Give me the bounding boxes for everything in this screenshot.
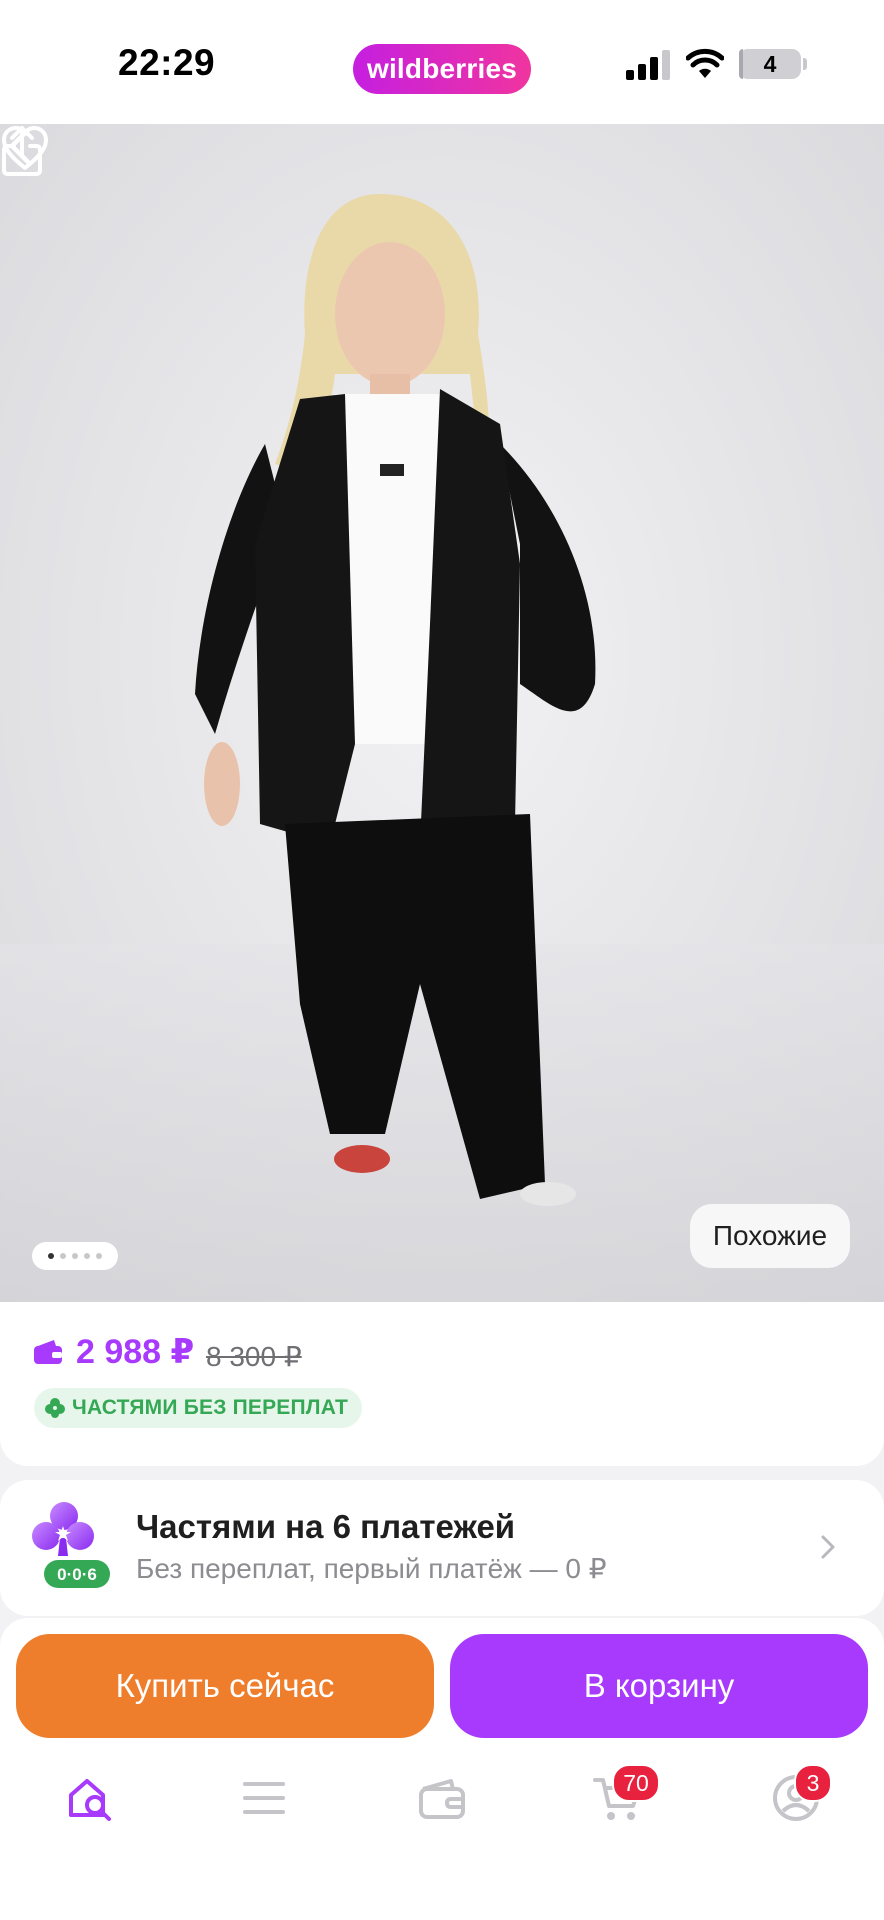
chevron-right-icon (821, 1535, 835, 1559)
clover-icon (45, 1398, 65, 1418)
gallery-dot (60, 1253, 66, 1259)
tab-home-search[interactable] (58, 1766, 122, 1830)
installment-clover-icon: 0·0·6 (32, 1502, 110, 1588)
installment-plan-card[interactable]: 0·0·6 Частями на 6 платежей Без переплат… (0, 1480, 884, 1616)
cellular-signal-icon (626, 50, 670, 80)
brand-logo: wildberries (353, 44, 531, 94)
home-search-icon (69, 1779, 111, 1821)
installment-badge-label: ЧАСТЯМИ БЕЗ ПЕРЕПЛАТ (72, 1396, 349, 1419)
battery-nub (803, 58, 807, 70)
tab-wallet[interactable] (410, 1766, 474, 1830)
gallery-pagination-dots (32, 1242, 118, 1270)
cart-count-badge: 70 (612, 1764, 660, 1802)
gallery-dot (48, 1253, 54, 1259)
old-price: 8 300 ₽ (206, 1341, 302, 1372)
profile-notification-badge: 3 (794, 1764, 832, 1802)
current-price: 2 988 ₽ (76, 1333, 195, 1371)
wallet-icon (34, 1340, 62, 1364)
add-to-cart-button[interactable]: В корзину (450, 1634, 868, 1738)
price-card: 2 988 ₽ 8 300 ₽ ЧАСТЯМИ БЕЗ ПЕРЕПЛАТ (0, 1302, 884, 1466)
battery-level-text: 4 (763, 50, 777, 77)
product-photo (0, 124, 884, 1304)
buy-now-button[interactable]: Купить сейчас (16, 1634, 434, 1738)
gallery-dot (72, 1253, 78, 1259)
share-button[interactable] (0, 124, 44, 178)
installment-plan-subtitle: Без переплат, первый платёж — 0 ₽ (136, 1553, 607, 1584)
bottom-action-bar: Купить сейчас В корзину 70 3 (0, 1618, 884, 1920)
tab-catalog[interactable] (232, 1766, 296, 1830)
gallery-dot (84, 1253, 90, 1259)
similar-products-button[interactable]: Похожие (690, 1204, 850, 1268)
status-time: 22:29 (118, 42, 216, 83)
installment-plan-title: Частями на 6 платежей (136, 1508, 516, 1545)
product-image-gallery[interactable]: Похожие (0, 124, 884, 1304)
wallet-icon (419, 1779, 465, 1819)
gallery-dot (96, 1253, 102, 1259)
installment-badge[interactable]: ЧАСТЯМИ БЕЗ ПЕРЕПЛАТ (34, 1388, 363, 1428)
wifi-icon (686, 48, 724, 78)
installment-icon-label: 0·0·6 (57, 1565, 97, 1584)
battery-indicator: 4 (739, 49, 801, 79)
battery-level-fill (739, 49, 743, 79)
menu-icon (243, 1782, 285, 1814)
status-bar: 22:29 wildberries 4 (0, 0, 884, 124)
